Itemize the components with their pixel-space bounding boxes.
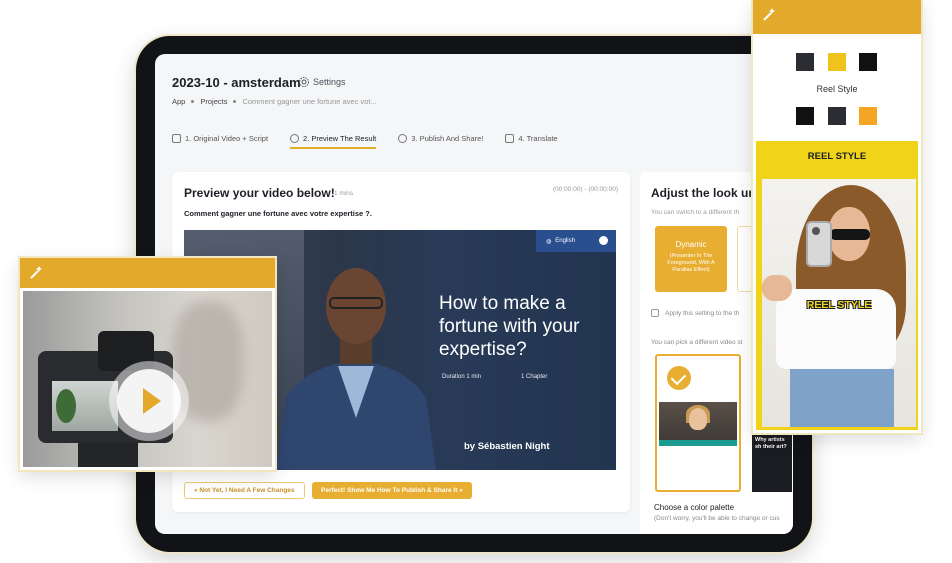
tab-label: 1. Original Video + Script	[185, 134, 269, 143]
card-header-bar	[20, 258, 275, 288]
project-title: 2023-10 - amsterdam	[172, 75, 301, 90]
photo-phone	[806, 221, 832, 267]
video-feature-card	[20, 258, 275, 470]
presenter-image	[276, 268, 436, 470]
video-style-card-selected[interactable]	[655, 354, 741, 492]
preview-timecode: (00:00:00) - (00:00:00)	[552, 186, 618, 193]
tab-label: 2. Preview The Result	[303, 134, 377, 143]
color-swatch[interactable]	[859, 107, 877, 125]
video-duration: Duration 1 min	[442, 374, 482, 380]
screen-plant	[56, 389, 76, 423]
publish-share-button[interactable]: Perfect! Show Me How To Publish & Share …	[312, 482, 472, 499]
blurred-person	[173, 301, 243, 421]
preview-title: Preview your video below!	[184, 186, 335, 200]
reel-style-card: Reel Style REEL STYLE REEL STYLE	[753, 0, 921, 433]
apply-setting-checkbox[interactable]: Apply this setting to the th	[651, 309, 739, 317]
photo-sunglasses	[830, 229, 870, 240]
chevron-down-icon	[599, 236, 608, 245]
breadcrumb-current: Comment gagner une fortune avec vot...	[242, 97, 377, 106]
magic-wand-icon	[30, 266, 42, 279]
reel-preview: REEL STYLE REEL STYLE	[756, 141, 918, 430]
style-option-dynamic[interactable]: Dynamic (Presenter In The Foreground, Wi…	[655, 226, 727, 292]
request-changes-button[interactable]: « Not Yet, I Need A Few Changes	[184, 482, 305, 499]
dynamic-title: Dynamic	[675, 240, 707, 249]
settings-link[interactable]: Settings	[298, 76, 346, 88]
checkmark-icon	[667, 366, 691, 390]
language-selector[interactable]: ◍ English	[536, 230, 616, 252]
breadcrumb: App Projects Comment gagner une fortune …	[172, 97, 377, 106]
palette-title: Choose a color palette	[654, 503, 735, 512]
reel-photo: REEL STYLE	[762, 179, 916, 427]
color-swatch[interactable]	[828, 107, 846, 125]
video-icon	[172, 134, 181, 143]
apply-label: Apply this setting to the th	[665, 309, 740, 317]
video-meta: Duration 1 min 1 Chapter	[442, 374, 547, 380]
tab-translate[interactable]: 4. Translate	[505, 134, 558, 149]
video-heading: How to make a fortune with your expertis…	[439, 293, 580, 360]
photo-arm	[762, 275, 792, 301]
reel-style-label: Reel Style	[816, 84, 858, 94]
play-circle-icon	[398, 134, 408, 143]
play-button[interactable]	[117, 369, 181, 433]
breadcrumb-projects[interactable]: Projects	[200, 97, 227, 106]
color-swatch[interactable]	[796, 53, 814, 71]
camera-screen	[52, 381, 118, 431]
tab-publish-share[interactable]: 3. Publish And Share!	[398, 134, 483, 149]
breadcrumb-separator	[191, 100, 195, 103]
gear-icon	[299, 77, 309, 87]
step-tabs: 1. Original Video + Script 2. Preview Th…	[172, 134, 558, 149]
translate-icon	[505, 134, 515, 143]
adjust-title: Adjust the look un	[651, 186, 756, 200]
magic-wand-icon	[763, 8, 775, 21]
tab-preview-result[interactable]: 2. Preview The Result	[290, 134, 377, 149]
style-card-heading: Why artists sh their art?	[755, 437, 787, 450]
preview-subtitle: Comment gagner une fortune avec votre ex…	[184, 209, 372, 218]
tab-original-video[interactable]: 1. Original Video + Script	[172, 134, 268, 149]
card-header-bar	[753, 0, 921, 34]
dynamic-description: (Presenter In The Foreground, With A Par…	[667, 253, 715, 273]
photo-jeans	[790, 369, 894, 427]
palette-subtitle: (Don't worry, you'll be able to change o…	[654, 515, 780, 522]
color-swatch[interactable]	[828, 53, 846, 71]
color-swatch[interactable]	[859, 53, 877, 71]
pick-style-label: You can pick a different video st	[651, 339, 743, 346]
tab-label: 4. Translate	[518, 134, 558, 143]
camera-lens	[98, 331, 154, 371]
play-circle-icon	[290, 134, 300, 143]
video-chapters: 1 Chapter	[521, 374, 548, 380]
globe-icon: ◍	[546, 238, 552, 245]
color-swatch[interactable]	[796, 107, 814, 125]
camera-tripod	[78, 443, 138, 467]
reel-title: REEL STYLE	[807, 151, 867, 162]
adjust-note: You can switch to a different th	[651, 209, 740, 216]
camera-photo	[23, 291, 272, 467]
reel-caption: REEL STYLE	[806, 299, 872, 311]
video-author: by Sébastien Night	[464, 441, 550, 452]
breadcrumb-app[interactable]: App	[172, 97, 185, 106]
thumbnail-face	[689, 408, 707, 430]
language-label: English	[555, 238, 575, 244]
style-thumbnail	[659, 402, 737, 446]
tab-label: 3. Publish And Share!	[411, 134, 484, 143]
thumbnail-bar	[659, 440, 737, 446]
checkbox[interactable]	[651, 309, 659, 317]
settings-label: Settings	[313, 77, 346, 87]
breadcrumb-separator	[233, 100, 237, 103]
preview-duration: 1 mins	[334, 190, 354, 197]
